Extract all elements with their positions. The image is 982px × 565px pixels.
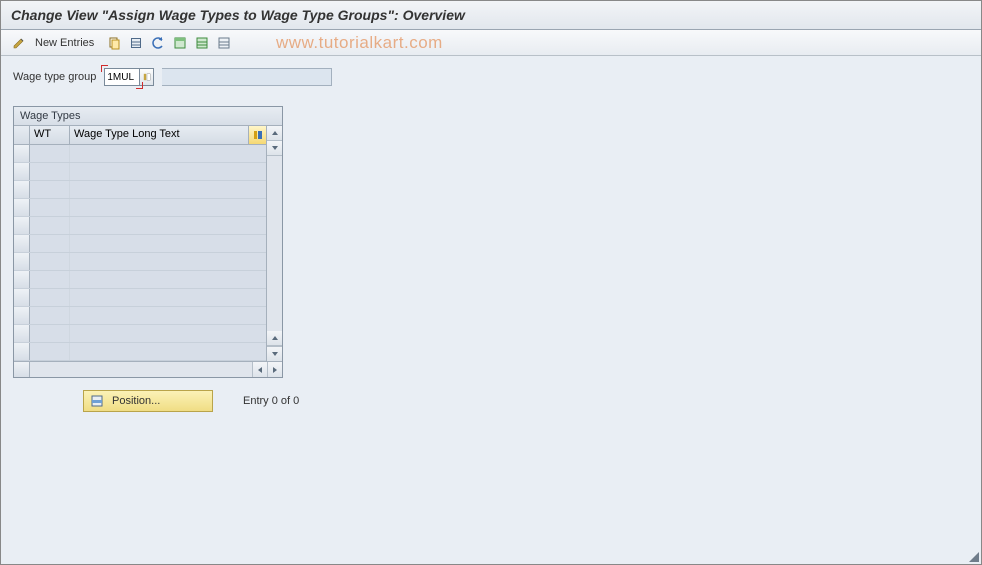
scroll-down-button[interactable] — [267, 141, 282, 156]
deselect-all-icon[interactable] — [214, 33, 234, 53]
wage-type-group-row: Wage type group — [13, 68, 969, 86]
cell-wt[interactable] — [30, 235, 70, 252]
table-settings-button[interactable] — [248, 126, 266, 144]
select-block-icon[interactable] — [192, 33, 212, 53]
position-icon — [90, 394, 104, 408]
row-selector[interactable] — [14, 181, 30, 198]
cell-longtext[interactable] — [70, 217, 266, 234]
cell-longtext[interactable] — [70, 307, 266, 324]
table-row — [14, 307, 266, 325]
cell-wt[interactable] — [30, 163, 70, 180]
table-row — [14, 271, 266, 289]
wage-type-group-input[interactable] — [104, 68, 140, 86]
select-all-column[interactable] — [14, 126, 30, 144]
cell-wt[interactable] — [30, 307, 70, 324]
column-header-wt[interactable]: WT — [30, 126, 70, 144]
position-button[interactable]: Position... — [83, 390, 213, 412]
table-row — [14, 217, 266, 235]
row-selector[interactable] — [14, 289, 30, 306]
cell-wt[interactable] — [30, 145, 70, 162]
vertical-scrollbar — [266, 126, 282, 361]
cell-longtext[interactable] — [70, 343, 266, 360]
select-all-icon[interactable] — [170, 33, 190, 53]
scroll-up-button-2[interactable] — [267, 331, 282, 346]
table-grid: WT Wage Type Long Text — [14, 126, 282, 361]
cell-longtext[interactable] — [70, 325, 266, 342]
table-row — [14, 145, 266, 163]
cell-longtext[interactable] — [70, 163, 266, 180]
cell-longtext[interactable] — [70, 289, 266, 306]
cell-wt[interactable] — [30, 325, 70, 342]
table-row — [14, 235, 266, 253]
column-header-longtext[interactable]: Wage Type Long Text — [70, 126, 248, 144]
row-selector[interactable] — [14, 343, 30, 360]
cell-wt[interactable] — [30, 217, 70, 234]
hscroll-track[interactable] — [30, 362, 282, 377]
row-selector[interactable] — [14, 217, 30, 234]
position-label: Position... — [112, 395, 160, 407]
f4-input-wrapper — [104, 68, 154, 86]
scroll-down-button-2[interactable] — [267, 346, 282, 361]
cell-longtext[interactable] — [70, 199, 266, 216]
title-bar: Change View "Assign Wage Types to Wage T… — [1, 1, 981, 30]
scroll-up-button[interactable] — [267, 126, 282, 141]
table-row — [14, 199, 266, 217]
table-row — [14, 343, 266, 361]
table-row — [14, 289, 266, 307]
cell-longtext[interactable] — [70, 145, 266, 162]
cell-wt[interactable] — [30, 199, 70, 216]
copy-icon[interactable] — [104, 33, 124, 53]
f4-help-button[interactable] — [140, 68, 154, 86]
page-title: Change View "Assign Wage Types to Wage T… — [11, 7, 465, 23]
row-selector[interactable] — [14, 199, 30, 216]
horizontal-scrollbar — [14, 361, 282, 377]
row-selector[interactable] — [14, 163, 30, 180]
wage-type-group-desc — [162, 68, 332, 86]
resize-handle[interactable] — [967, 550, 979, 562]
table-row — [14, 325, 266, 343]
hscroll-corner — [14, 362, 30, 377]
content-area: Wage type group Wage Types WT Wage Type … — [1, 56, 981, 564]
cell-wt[interactable] — [30, 253, 70, 270]
table-row — [14, 163, 266, 181]
watermark-text: www.tutorialkart.com — [276, 33, 443, 53]
row-selector[interactable] — [14, 307, 30, 324]
cell-wt[interactable] — [30, 289, 70, 306]
cell-wt[interactable] — [30, 181, 70, 198]
row-selector[interactable] — [14, 235, 30, 252]
cell-longtext[interactable] — [70, 271, 266, 288]
table-header: WT Wage Type Long Text — [14, 126, 266, 145]
wage-types-panel: Wage Types WT Wage Type Long Text — [13, 106, 283, 378]
row-selector[interactable] — [14, 325, 30, 342]
app-toolbar: New Entries — [1, 30, 981, 56]
scroll-track[interactable] — [267, 156, 282, 331]
wage-type-group-label: Wage type group — [13, 71, 96, 83]
table-row — [14, 181, 266, 199]
new-entries-button[interactable]: New Entries — [31, 37, 102, 49]
row-selector[interactable] — [14, 145, 30, 162]
cell-longtext[interactable] — [70, 181, 266, 198]
footer-row: Position... Entry 0 of 0 — [83, 390, 969, 412]
cell-longtext[interactable] — [70, 253, 266, 270]
row-selector[interactable] — [14, 271, 30, 288]
cell-wt[interactable] — [30, 343, 70, 360]
scroll-left-button[interactable] — [252, 362, 267, 377]
change-icon[interactable] — [9, 33, 29, 53]
cell-longtext[interactable] — [70, 235, 266, 252]
table-row — [14, 253, 266, 271]
panel-title: Wage Types — [14, 107, 282, 126]
row-selector[interactable] — [14, 253, 30, 270]
scroll-right-button[interactable] — [267, 362, 282, 377]
delete-icon[interactable] — [126, 33, 146, 53]
cell-wt[interactable] — [30, 271, 70, 288]
undo-icon[interactable] — [148, 33, 168, 53]
entry-counter: Entry 0 of 0 — [243, 395, 299, 407]
